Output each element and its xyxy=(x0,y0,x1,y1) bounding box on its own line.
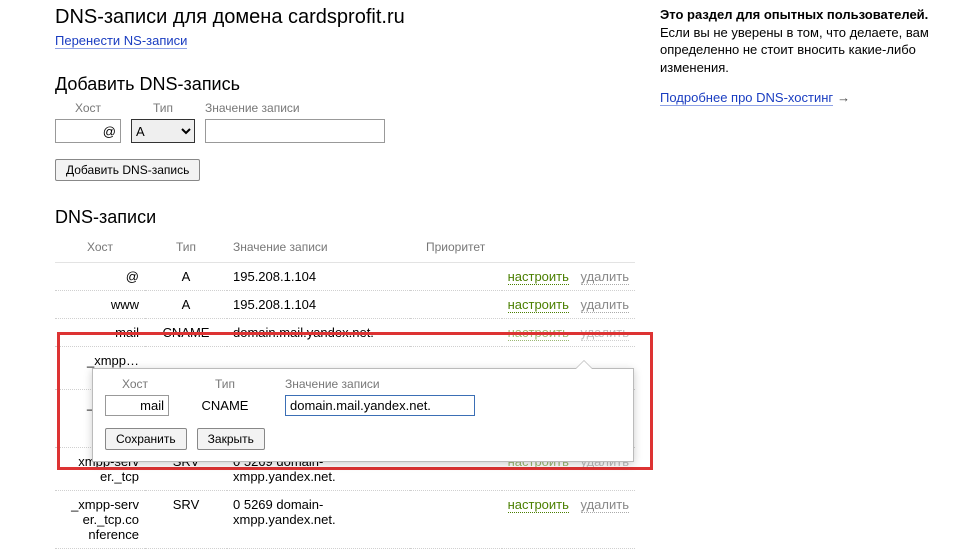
col-host: Хост xyxy=(55,234,145,263)
add-record-button[interactable]: Добавить DNS-запись xyxy=(55,159,200,181)
records-heading: DNS-записи xyxy=(55,207,635,228)
add-value-input[interactable] xyxy=(205,119,385,143)
save-button[interactable]: Сохранить xyxy=(105,428,187,450)
table-row: www A 195.208.1.104 настроить удалить xyxy=(55,291,635,319)
pop-value-label: Значение записи xyxy=(285,377,621,391)
aside-text: Если вы не уверены в том, что делаете, в… xyxy=(660,25,929,75)
aside-more-link[interactable]: Подробнее про DNS-хостинг xyxy=(660,90,833,106)
delete-link[interactable]: удалить xyxy=(581,297,629,313)
add-type-label: Тип xyxy=(153,101,173,115)
popover-arrow-icon xyxy=(575,360,593,369)
page-title: DNS-записи для домена cardsprofit.ru xyxy=(55,6,635,29)
col-type: Тип xyxy=(145,234,227,263)
delete-link[interactable]: удалить xyxy=(581,325,629,341)
configure-link[interactable]: настроить xyxy=(508,269,569,285)
close-button[interactable]: Закрыть xyxy=(197,428,265,450)
table-row: @ A 195.208.1.104 настроить удалить xyxy=(55,263,635,291)
configure-link[interactable]: настроить xyxy=(508,497,569,513)
arrow-right-icon: → xyxy=(837,90,850,105)
table-row: mail CNAME domain.mail.yandex.net. настр… xyxy=(55,319,635,347)
pop-host-label: Хост xyxy=(105,377,165,391)
add-record-form: Хост Тип A Значение записи Добавить DNS-… xyxy=(55,101,635,181)
add-value-label: Значение записи xyxy=(205,101,300,115)
add-record-heading: Добавить DNS-запись xyxy=(55,74,635,95)
add-host-label: Хост xyxy=(75,101,101,115)
add-type-select[interactable]: A xyxy=(131,119,195,143)
pop-type-label: Тип xyxy=(195,377,255,391)
pop-value-input[interactable] xyxy=(285,395,475,416)
delete-link[interactable]: удалить xyxy=(581,269,629,285)
col-value: Значение записи xyxy=(227,234,410,263)
col-priority: Приоритет xyxy=(410,234,502,263)
configure-link[interactable]: настроить xyxy=(508,297,569,313)
configure-link[interactable]: настроить xyxy=(508,325,569,341)
edit-record-popover: Хост Тип Значение записи CNAME Сохранить… xyxy=(92,368,634,462)
aside-title: Это раздел для опытных пользователей. xyxy=(660,7,928,22)
pop-type-value: CNAME xyxy=(195,398,255,413)
add-host-input[interactable] xyxy=(55,119,121,143)
transfer-ns-link[interactable]: Перенести NS-записи xyxy=(55,33,187,49)
pop-host-input[interactable] xyxy=(105,395,169,416)
delete-link[interactable]: удалить xyxy=(581,497,629,513)
